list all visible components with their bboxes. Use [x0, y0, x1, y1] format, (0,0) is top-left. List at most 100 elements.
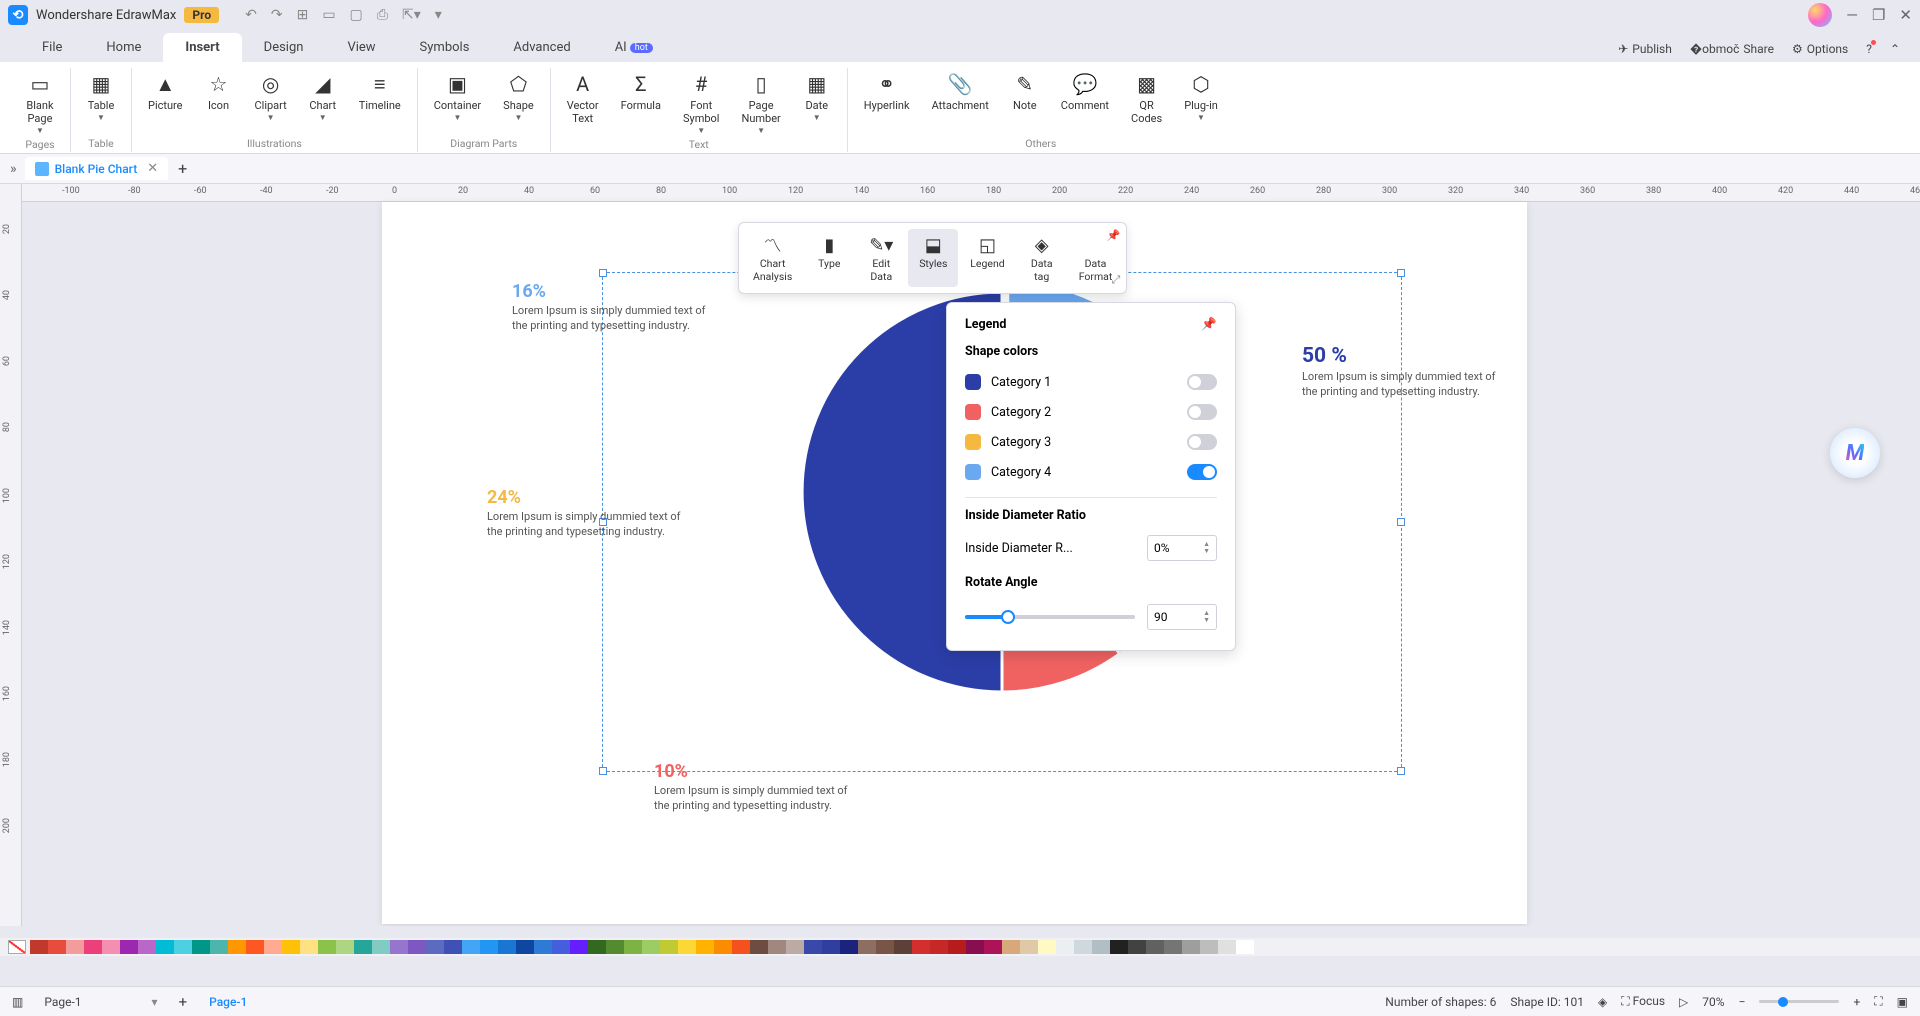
page-selector[interactable]: Page-1 ▾ [33, 992, 168, 1012]
ribbon-blankpage[interactable]: ▭Blank Page▼ [18, 68, 62, 138]
ribbon-note[interactable]: ✎Note [1003, 68, 1047, 128]
ribbon-shape[interactable]: ⬠Shape▼ [495, 68, 542, 125]
ribbon-qr[interactable]: ▩QR Codes [1123, 68, 1170, 128]
palette-swatch[interactable] [228, 940, 246, 954]
palette-swatch[interactable] [1092, 940, 1110, 954]
avatar[interactable] [1808, 3, 1832, 27]
menu-file[interactable]: File [20, 33, 84, 62]
palette-swatch[interactable] [858, 940, 876, 954]
ribbon-hyperlink[interactable]: ⚭Hyperlink [856, 68, 918, 128]
palette-swatch[interactable] [1038, 940, 1056, 954]
spinner-down-icon[interactable]: ▼ [1203, 548, 1210, 555]
fullscreen-icon[interactable]: ▣ [1897, 995, 1908, 1009]
palette-swatch[interactable] [948, 940, 966, 954]
palette-swatch[interactable] [876, 940, 894, 954]
palette-swatch[interactable] [1074, 940, 1092, 954]
palette-swatch[interactable] [1056, 940, 1074, 954]
zoom-out-button[interactable]: − [1739, 995, 1746, 1009]
tab-add-button[interactable]: + [172, 159, 193, 178]
palette-swatch[interactable] [660, 940, 678, 954]
color-swatch[interactable] [965, 404, 981, 420]
menu-advanced[interactable]: Advanced [491, 33, 592, 62]
palette-swatch[interactable] [840, 940, 858, 954]
ribbon-attachment[interactable]: 📎Attachment [924, 68, 997, 128]
palette-swatch[interactable] [282, 940, 300, 954]
palette-swatch[interactable] [1200, 940, 1218, 954]
menu-view[interactable]: View [325, 33, 397, 62]
new-icon[interactable]: ⊞ [297, 7, 309, 23]
palette-swatch[interactable] [1128, 940, 1146, 954]
minimize-button[interactable]: — [1846, 6, 1858, 24]
palette-swatch[interactable] [588, 940, 606, 954]
qat-more-icon[interactable]: ▾ [435, 7, 442, 23]
palette-swatch[interactable] [1182, 940, 1200, 954]
ribbon-fontsymbol[interactable]: #Font Symbol▼ [675, 68, 728, 138]
ribbon-table[interactable]: ▦Table▼ [79, 68, 123, 125]
palette-swatch[interactable] [714, 940, 732, 954]
options-button[interactable]: ⚙ Options [1792, 42, 1848, 56]
palette-swatch[interactable] [318, 940, 336, 954]
ribbon-clipart[interactable]: ◎Clipart▼ [247, 68, 295, 125]
palette-swatch[interactable] [48, 940, 66, 954]
palette-swatch[interactable] [966, 940, 984, 954]
print-icon[interactable]: ⎙ [377, 7, 388, 23]
palette-swatch[interactable] [462, 940, 480, 954]
ribbon-chart[interactable]: ◢Chart▼ [301, 68, 345, 125]
toolbar-expand-icon[interactable]: ⤢ [1112, 273, 1121, 287]
ribbon-formula[interactable]: ΣFormula [613, 68, 669, 138]
palette-swatch[interactable] [1236, 940, 1254, 954]
palette-swatch[interactable] [1002, 940, 1020, 954]
palette-swatch[interactable] [336, 940, 354, 954]
fit-page-icon[interactable]: ⛶ [1874, 994, 1882, 1009]
ribbon-icon[interactable]: ☆Icon [197, 68, 241, 125]
palette-swatch[interactable] [768, 940, 786, 954]
export-icon[interactable]: ⇱▾ [402, 7, 421, 23]
palette-swatch[interactable] [84, 940, 102, 954]
zoom-in-button[interactable]: + [1853, 995, 1860, 1009]
spinner-down-icon[interactable]: ▼ [1203, 617, 1210, 624]
palette-swatch[interactable] [444, 940, 462, 954]
palette-swatch[interactable] [498, 940, 516, 954]
palette-swatch[interactable] [1110, 940, 1128, 954]
ribbon-timeline[interactable]: ≡Timeline [351, 68, 409, 125]
palette-swatch[interactable] [912, 940, 930, 954]
close-button[interactable]: ✕ [1899, 6, 1912, 24]
chart-toolbar-type[interactable]: ▮Type [804, 229, 854, 287]
palette-swatch[interactable] [930, 940, 948, 954]
maximize-button[interactable]: ❐ [1872, 6, 1885, 24]
palette-swatch[interactable] [786, 940, 804, 954]
document-tab[interactable]: Blank Pie Chart ✕ [25, 157, 169, 180]
layers-icon[interactable]: ◈ [1598, 995, 1607, 1009]
palette-swatch[interactable] [174, 940, 192, 954]
chart-toolbar-styles[interactable]: ⬓Styles [908, 229, 958, 287]
palette-swatch[interactable] [156, 940, 174, 954]
palette-swatch[interactable] [264, 940, 282, 954]
palette-swatch[interactable] [192, 940, 210, 954]
palette-swatch[interactable] [678, 940, 696, 954]
color-swatch[interactable] [965, 374, 981, 390]
palette-swatch[interactable] [390, 940, 408, 954]
focus-button[interactable]: ⛶ Focus [1621, 994, 1665, 1009]
palette-swatch[interactable] [516, 940, 534, 954]
color-swatch[interactable] [965, 464, 981, 480]
rotate-angle-input[interactable]: 90 ▲▼ [1147, 604, 1217, 630]
palette-swatch[interactable] [696, 940, 714, 954]
category-toggle[interactable] [1187, 434, 1217, 450]
tab-close-icon[interactable]: ✕ [147, 161, 158, 176]
ribbon-vectortext[interactable]: AVector Text [559, 68, 607, 138]
help-icon[interactable]: ? [1866, 42, 1872, 56]
play-icon[interactable]: ▷ [1679, 995, 1688, 1009]
chart-toolbar-chart-analysis[interactable]: 〽Chart Analysis [743, 229, 802, 287]
palette-swatch[interactable] [804, 940, 822, 954]
palette-swatch[interactable] [606, 940, 624, 954]
ribbon-date[interactable]: ▦Date▼ [795, 68, 839, 138]
palette-swatch[interactable] [102, 940, 120, 954]
palette-swatch[interactable] [1146, 940, 1164, 954]
palette-swatch[interactable] [552, 940, 570, 954]
ai-fab-button[interactable]: M [1830, 428, 1880, 478]
palette-swatch[interactable] [372, 940, 390, 954]
palette-swatch[interactable] [120, 940, 138, 954]
palette-swatch[interactable] [30, 940, 48, 954]
open-icon[interactable]: ▭ [322, 7, 335, 23]
palette-swatch[interactable] [1218, 940, 1236, 954]
